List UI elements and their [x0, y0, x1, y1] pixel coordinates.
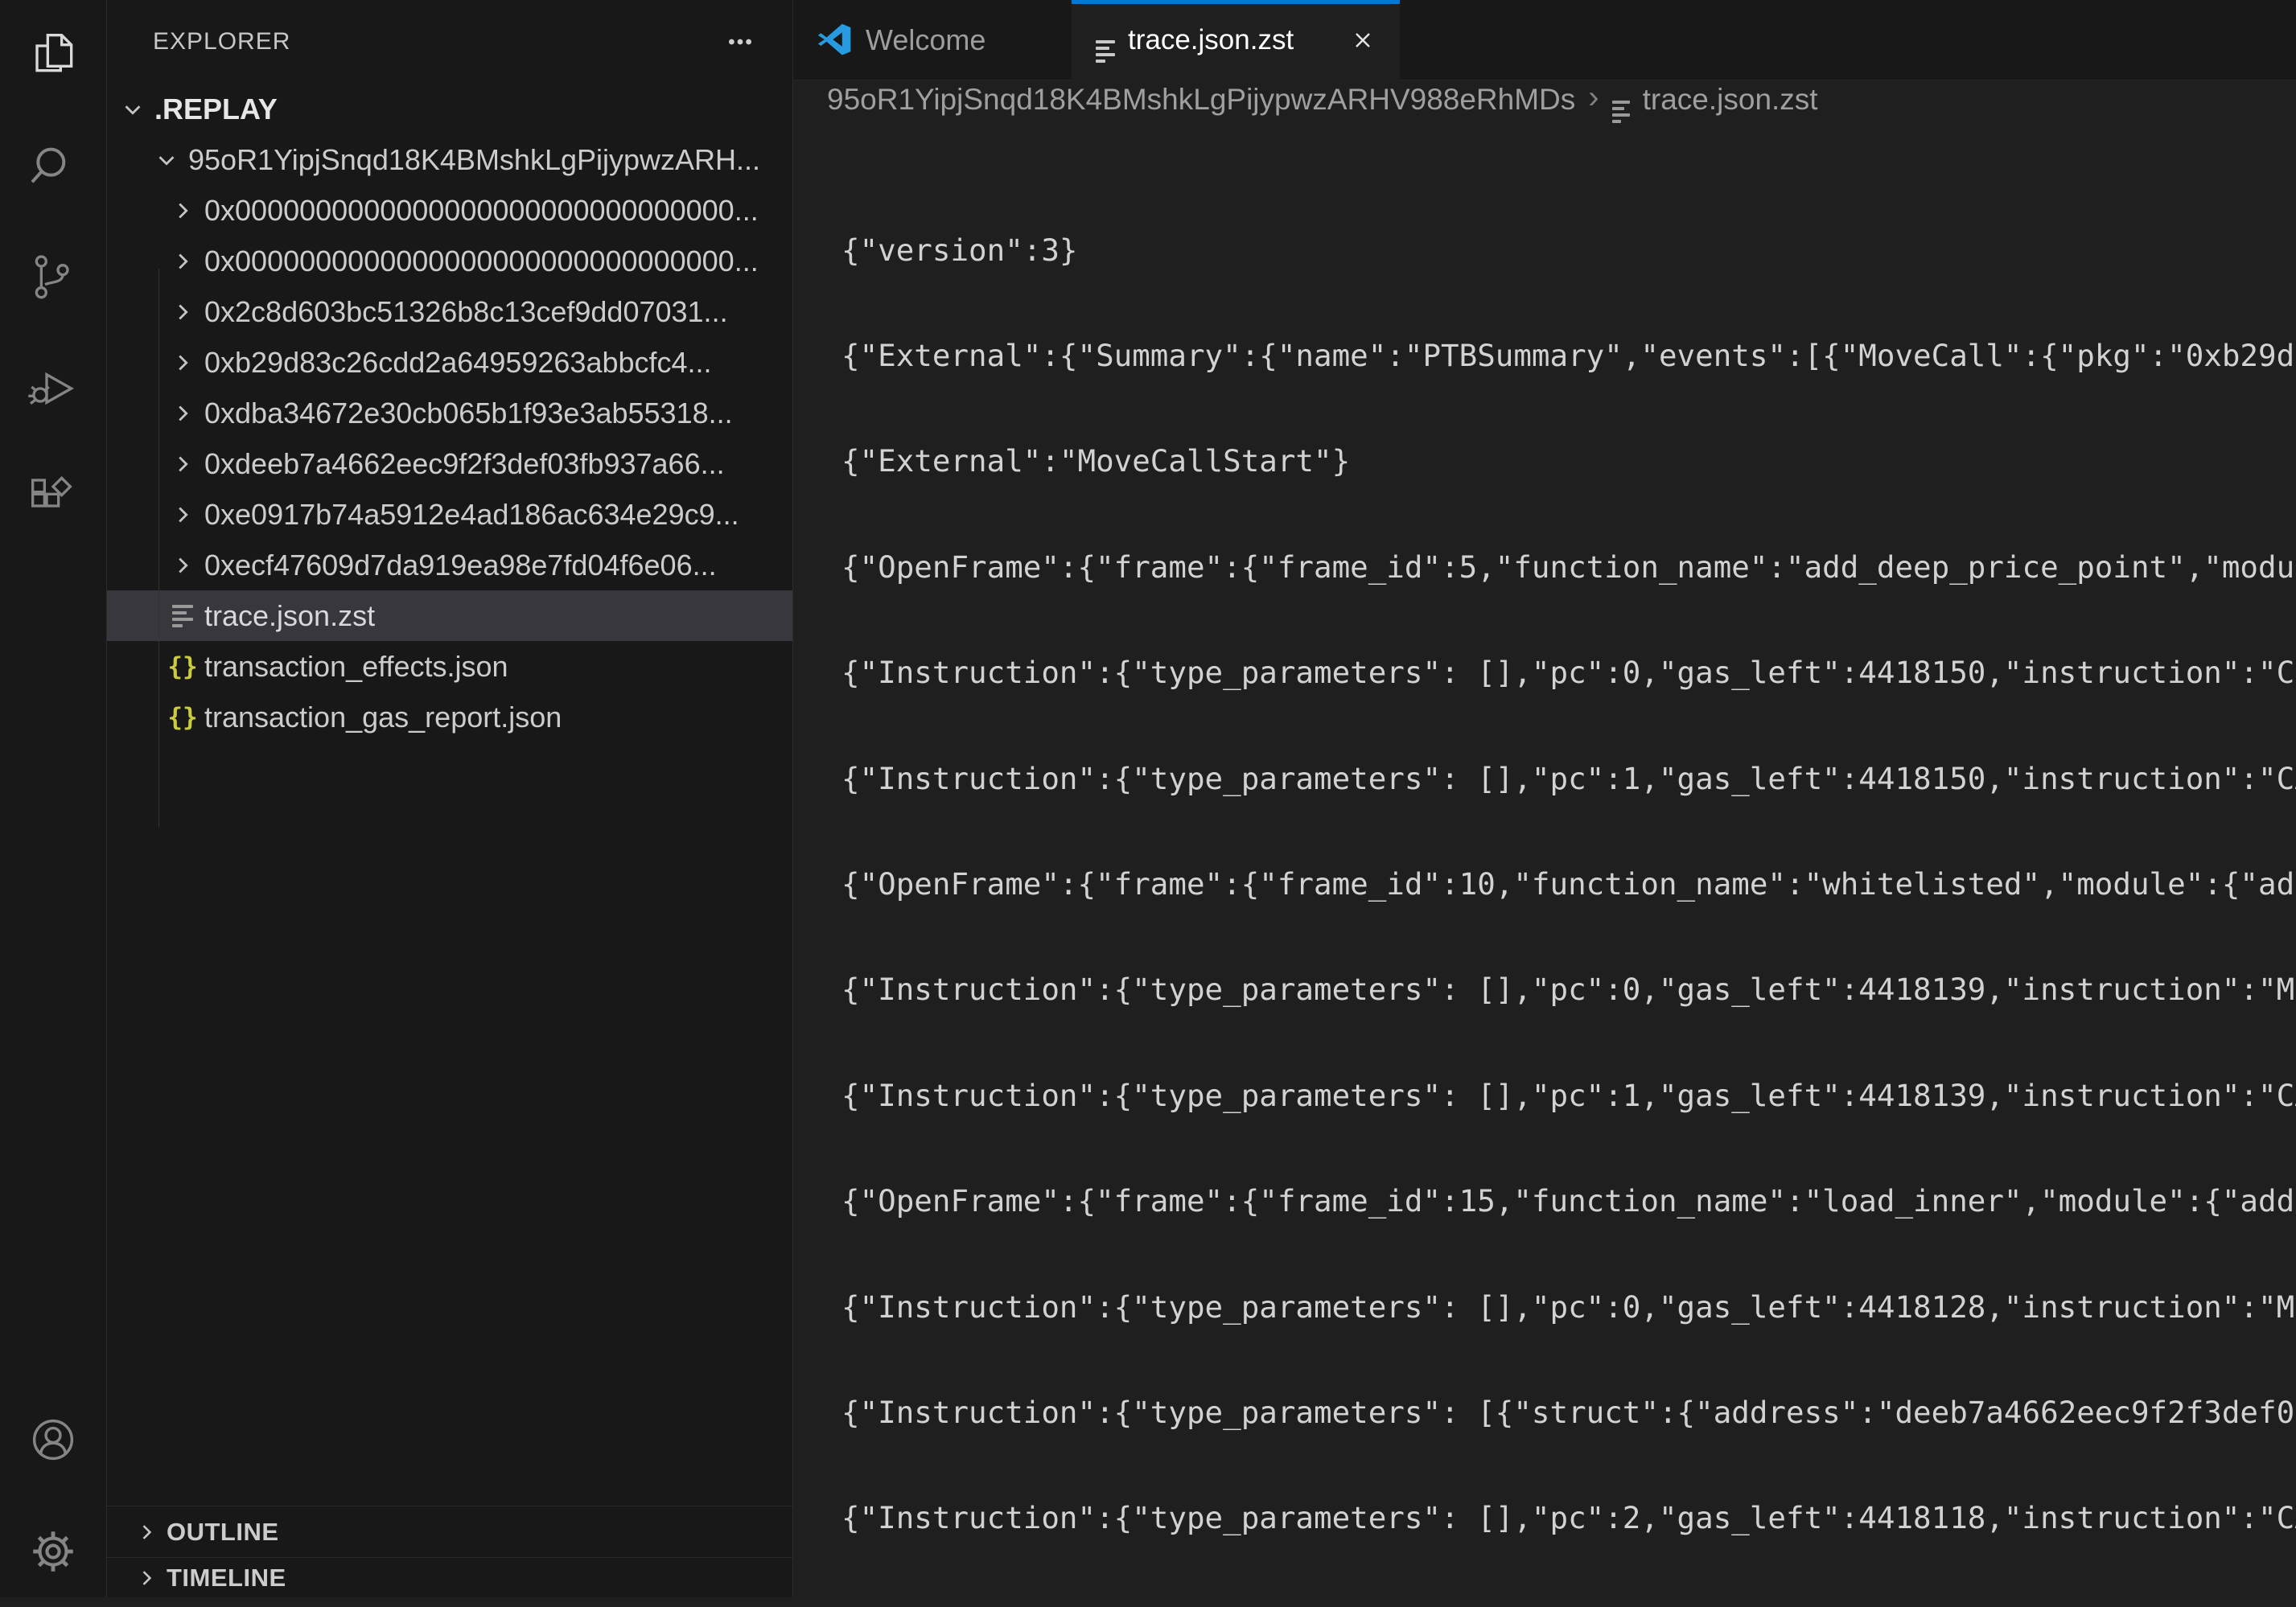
vscode-logo-icon [817, 23, 853, 58]
code-line[interactable]: {"Instruction":{"type_parameters": [],"p… [841, 1501, 2296, 1536]
explorer-icon[interactable] [0, 0, 106, 111]
code-line[interactable]: {"OpenFrame":{"frame":{"frame_id":10,"fu… [841, 867, 2296, 902]
sidebar-panels: OUTLINE TIMELINE [107, 1506, 792, 1597]
breadcrumb: 95oR1YipjSnqd18K4BMshkLgPijypwzARHV988eR… [793, 80, 2296, 119]
file-tree: .REPLAY 95oR1YipjSnqd18K4BMshkLgPijypwzA… [107, 84, 792, 742]
file-icon [1096, 18, 1115, 63]
tree-item-digest-folder[interactable]: 95oR1YipjSnqd18K4BMshkLgPijypwzARH... [107, 134, 792, 185]
code-editor[interactable]: {"version":3} {"External":{"Summary":{"n… [793, 119, 2296, 1597]
code-line[interactable]: {"Instruction":{"type_parameters": [],"p… [841, 656, 2296, 691]
code-line[interactable]: {"Instruction":{"type_parameters": [],"p… [841, 762, 2296, 797]
tree-item-label: 0xecf47609d7da919ea98e7fd04f6e06... [204, 549, 717, 582]
tree-item-label: 0x2c8d603bc51326b8c13cef9dd07031... [204, 295, 728, 329]
code-line[interactable]: {"Instruction":{"type_parameters": [{"st… [841, 1395, 2296, 1431]
tab-label: trace.json.zst [1128, 24, 1294, 56]
code-line[interactable]: {"OpenFrame":{"frame":{"frame_id":5,"fun… [841, 550, 2296, 586]
tree-item-label: .REPLAY [154, 92, 278, 126]
tree-item-address-folder[interactable]: 0x2c8d603bc51326b8c13cef9dd07031... [107, 286, 792, 337]
sidebar-title: EXPLORER [153, 28, 290, 55]
tree-item-address-folder[interactable]: 0xb29d83c26cdd2a64959263abbcfc4... [107, 337, 792, 388]
file-icon [169, 605, 196, 627]
source-control-icon[interactable] [0, 222, 106, 333]
chevron-right-icon [169, 300, 196, 324]
chevron-right-icon [169, 452, 196, 476]
tree-item-label: 0xdba34672e30cb065b1f93e3ab55318... [204, 397, 733, 430]
code-line[interactable]: {"Instruction":{"type_parameters": [],"p… [841, 972, 2296, 1008]
tree-item-label: 95oR1YipjSnqd18K4BMshkLgPijypwzARH... [188, 143, 760, 177]
tree-item-transaction-effects-json[interactable]: {} transaction_effects.json [107, 641, 792, 692]
settings-gear-icon[interactable] [0, 1496, 106, 1607]
tree-item-address-folder[interactable]: 0x0000000000000000000000000000000... [107, 236, 792, 286]
run-and-debug-icon[interactable] [0, 333, 106, 444]
editor-group: Welcome trace.json.zst 95oR1YipjSnqd18K4… [793, 0, 2296, 1597]
tree-item-transaction-gas-report-json[interactable]: {} transaction_gas_report.json [107, 692, 792, 742]
breadcrumb-folder[interactable]: 95oR1YipjSnqd18K4BMshkLgPijypwzARHV988eR… [827, 83, 1575, 117]
timeline-section-header[interactable]: TIMELINE [107, 1557, 792, 1597]
extensions-icon[interactable] [0, 444, 106, 555]
tree-item-label: 0x0000000000000000000000000000000... [204, 194, 759, 228]
json-file-icon: {} [169, 652, 196, 681]
chevron-down-icon [153, 148, 180, 172]
files-icon [27, 30, 79, 81]
chevron-right-icon [169, 503, 196, 527]
breadcrumb-file[interactable]: trace.json.zst [1643, 83, 1818, 117]
chevron-right-icon [133, 1567, 160, 1589]
activity-bar [0, 0, 107, 1597]
tree-item-label: 0xdeeb7a4662eec9f2f3def03fb937a66... [204, 447, 725, 481]
tree-item-label: 0x0000000000000000000000000000000... [204, 245, 759, 278]
indent-guide [158, 269, 159, 827]
code-line[interactable]: {"Instruction":{"type_parameters": [],"p… [841, 1079, 2296, 1114]
outline-section-header[interactable]: OUTLINE [107, 1506, 792, 1557]
tree-item-label: transaction_effects.json [204, 650, 508, 684]
vscode-window: EXPLORER .REPLAY 95oR1YipjSnqd18K4BMshkL… [0, 0, 2296, 1597]
tree-item-label: trace.json.zst [204, 599, 375, 633]
code-line[interactable]: {"External":"MoveCallStart"} [841, 444, 2296, 479]
code-line[interactable]: {"External":{"Summary":{"name":"PTBSumma… [841, 339, 2296, 374]
accounts-icon[interactable] [0, 1384, 106, 1495]
tab-trace-json-zst[interactable]: trace.json.zst [1072, 0, 1400, 80]
chevron-right-icon [169, 199, 196, 223]
code-line[interactable]: {"OpenFrame":{"frame":{"frame_id":15,"fu… [841, 1184, 2296, 1219]
more-actions-icon[interactable] [726, 28, 754, 55]
tree-item-label: 0xb29d83c26cdd2a64959263abbcfc4... [204, 346, 712, 380]
json-file-icon: {} [169, 703, 196, 732]
tree-item-address-folder[interactable]: 0x0000000000000000000000000000000... [107, 185, 792, 236]
tab-bar: Welcome trace.json.zst [793, 0, 2296, 80]
chevron-right-icon [169, 351, 196, 375]
tab-welcome[interactable]: Welcome [793, 0, 1072, 80]
chevron-right-icon [169, 553, 196, 577]
tree-item-address-folder[interactable]: 0xe0917b74a5912e4ad186ac634e29c9... [107, 489, 792, 540]
tab-label: Welcome [866, 23, 985, 57]
tree-item-address-folder[interactable]: 0xdba34672e30cb065b1f93e3ab55318... [107, 388, 792, 438]
code-line[interactable]: {"Instruction":{"type_parameters": [],"p… [841, 1290, 2296, 1325]
tree-item-replay-root[interactable]: .REPLAY [107, 84, 792, 134]
file-icon [1612, 77, 1630, 123]
chevron-right-icon [133, 1521, 160, 1543]
chevron-down-icon [119, 97, 146, 121]
chevron-right-icon [169, 401, 196, 425]
close-icon[interactable] [1350, 27, 1376, 53]
sidebar-header: EXPLORER [107, 0, 792, 84]
panel-label: OUTLINE [167, 1518, 279, 1547]
panel-label: TIMELINE [167, 1564, 286, 1593]
search-icon[interactable] [0, 111, 106, 222]
chevron-right-icon [169, 249, 196, 273]
tree-item-address-folder[interactable]: 0xecf47609d7da919ea98e7fd04f6e06... [107, 540, 792, 590]
tree-item-label: transaction_gas_report.json [204, 701, 562, 734]
code-line[interactable]: {"version":3} [841, 233, 2296, 269]
tree-item-label: 0xe0917b74a5912e4ad186ac634e29c9... [204, 498, 739, 532]
breadcrumb-separator-icon: › [1588, 81, 1599, 118]
tree-item-trace-json-zst[interactable]: trace.json.zst [107, 590, 792, 641]
explorer-sidebar: EXPLORER .REPLAY 95oR1YipjSnqd18K4BMshkL… [107, 0, 793, 1597]
tree-item-address-folder[interactable]: 0xdeeb7a4662eec9f2f3def03fb937a66... [107, 438, 792, 489]
